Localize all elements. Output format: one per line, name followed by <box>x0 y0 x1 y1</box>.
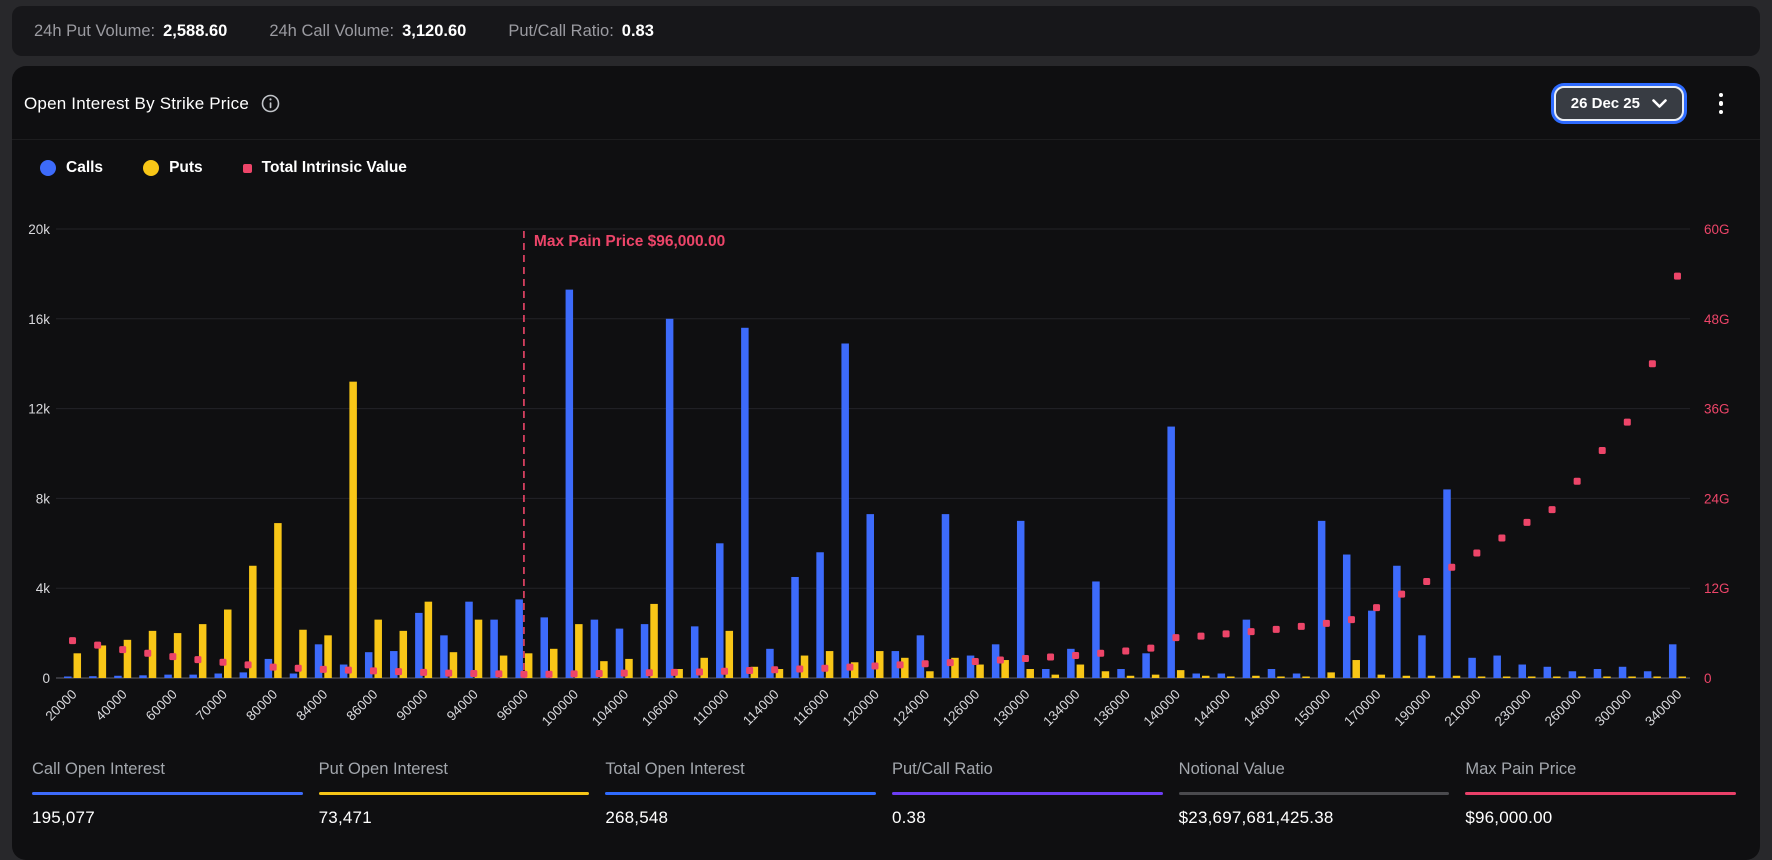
svg-text:300000: 300000 <box>1592 687 1634 729</box>
svg-text:104000: 104000 <box>589 687 631 729</box>
total-oi-label: Total Open Interest <box>605 760 876 792</box>
kebab-menu-icon[interactable] <box>1708 89 1734 119</box>
put-call-ratio-value: 0.83 <box>622 22 654 41</box>
puts-swatch <box>143 160 159 176</box>
legend-calls-label: Calls <box>66 159 103 177</box>
svg-text:120000: 120000 <box>840 687 882 729</box>
svg-text:86000: 86000 <box>343 687 380 724</box>
svg-text:96000: 96000 <box>494 687 531 724</box>
ratio-stat: Put/Call Ratio 0.38 <box>892 760 1163 828</box>
svg-text:84000: 84000 <box>293 687 330 724</box>
top-stats-bar: 24h Put Volume: 2,588.60 24h Call Volume… <box>12 6 1760 56</box>
oi-chart: 0 0 4k 12G 8k 24G 12k 36G 16k 48G 20k 60G 20000 40000… <box>12 182 1760 750</box>
svg-text:230000: 230000 <box>1492 687 1534 729</box>
legend-intrinsic-label: Total Intrinsic Value <box>262 159 407 177</box>
svg-text:126000: 126000 <box>940 687 982 729</box>
svg-text:136000: 136000 <box>1090 687 1132 729</box>
svg-text:60000: 60000 <box>143 687 180 724</box>
notional-value: $23,697,681,425.38 <box>1179 795 1450 828</box>
svg-text:0: 0 <box>42 671 50 686</box>
call-oi-label: Call Open Interest <box>32 760 303 792</box>
svg-text:116000: 116000 <box>790 687 832 729</box>
intrinsic-swatch <box>243 164 252 173</box>
summary-stats-row: Call Open Interest 195,077 Put Open Inte… <box>32 760 1736 828</box>
notional-label: Notional Value <box>1179 760 1450 792</box>
svg-text:4k: 4k <box>36 581 51 596</box>
svg-text:114000: 114000 <box>740 687 782 729</box>
svg-text:8k: 8k <box>36 491 51 506</box>
svg-text:260000: 260000 <box>1542 687 1584 729</box>
legend-puts-label: Puts <box>169 159 203 177</box>
ratio-value: 0.38 <box>892 795 1163 828</box>
put-oi-stat: Put Open Interest 73,471 <box>319 760 590 828</box>
legend-item-puts[interactable]: Puts <box>143 159 203 177</box>
svg-text:124000: 124000 <box>890 687 932 729</box>
max-pain-label: Max Pain Price <box>1465 760 1736 792</box>
svg-text:Max Pain Price $96,000.00: Max Pain Price $96,000.00 <box>534 233 725 250</box>
put-volume-label: 24h Put Volume: <box>34 22 155 41</box>
svg-text:94000: 94000 <box>444 687 481 724</box>
legend-item-intrinsic[interactable]: Total Intrinsic Value <box>243 159 407 177</box>
total-oi-value: 268,548 <box>605 795 876 828</box>
put-oi-label: Put Open Interest <box>319 760 590 792</box>
chart-legend: Calls Puts Total Intrinsic Value <box>12 140 1760 180</box>
svg-text:140000: 140000 <box>1141 687 1183 729</box>
svg-text:40000: 40000 <box>93 687 130 724</box>
total-oi-stat: Total Open Interest 268,548 <box>605 760 876 828</box>
put-volume-value: 2,588.60 <box>163 22 227 41</box>
svg-text:144000: 144000 <box>1191 687 1233 729</box>
svg-text:130000: 130000 <box>990 687 1032 729</box>
svg-text:110000: 110000 <box>690 687 732 729</box>
svg-text:150000: 150000 <box>1291 687 1333 729</box>
expiry-date-label: 26 Dec 25 <box>1571 95 1640 112</box>
put-call-ratio-label: Put/Call Ratio: <box>508 22 613 41</box>
legend-item-calls[interactable]: Calls <box>40 159 103 177</box>
open-interest-panel: Open Interest By Strike Price 26 Dec 25 … <box>12 66 1760 860</box>
svg-text:90000: 90000 <box>394 687 431 724</box>
svg-text:36G: 36G <box>1704 402 1730 417</box>
svg-text:100000: 100000 <box>539 687 581 729</box>
call-volume-stat: 24h Call Volume: 3,120.60 <box>269 22 466 41</box>
svg-text:20000: 20000 <box>43 687 80 724</box>
notional-stat: Notional Value $23,697,681,425.38 <box>1179 760 1450 828</box>
svg-text:80000: 80000 <box>243 687 280 724</box>
call-volume-value: 3,120.60 <box>402 22 466 41</box>
svg-text:134000: 134000 <box>1040 687 1082 729</box>
svg-text:70000: 70000 <box>193 687 230 724</box>
chevron-down-icon <box>1652 99 1667 109</box>
put-volume-stat: 24h Put Volume: 2,588.60 <box>34 22 227 41</box>
info-icon[interactable] <box>261 94 280 113</box>
expiry-date-selector[interactable]: 26 Dec 25 <box>1554 86 1684 121</box>
call-oi-stat: Call Open Interest 195,077 <box>32 760 303 828</box>
call-volume-label: 24h Call Volume: <box>269 22 394 41</box>
svg-text:170000: 170000 <box>1341 687 1383 729</box>
svg-text:20k: 20k <box>28 222 50 237</box>
svg-text:340000: 340000 <box>1642 687 1684 729</box>
svg-text:16k: 16k <box>28 312 50 327</box>
svg-text:24G: 24G <box>1704 491 1730 506</box>
ratio-label: Put/Call Ratio <box>892 760 1163 792</box>
svg-text:12G: 12G <box>1704 581 1730 596</box>
svg-text:12k: 12k <box>28 402 50 417</box>
put-call-ratio-stat: Put/Call Ratio: 0.83 <box>508 22 654 41</box>
max-pain-stat: Max Pain Price $96,000.00 <box>1465 760 1736 828</box>
svg-text:60G: 60G <box>1704 222 1730 237</box>
call-oi-value: 195,077 <box>32 795 303 828</box>
panel-header: Open Interest By Strike Price 26 Dec 25 <box>12 66 1760 140</box>
svg-text:0: 0 <box>1704 671 1712 686</box>
max-pain-value: $96,000.00 <box>1465 795 1736 828</box>
svg-text:146000: 146000 <box>1241 687 1283 729</box>
page-title: Open Interest By Strike Price <box>24 94 249 114</box>
svg-text:48G: 48G <box>1704 312 1730 327</box>
put-oi-value: 73,471 <box>319 795 590 828</box>
svg-text:190000: 190000 <box>1391 687 1433 729</box>
svg-text:106000: 106000 <box>639 687 681 729</box>
svg-text:210000: 210000 <box>1441 687 1483 729</box>
calls-swatch <box>40 160 56 176</box>
